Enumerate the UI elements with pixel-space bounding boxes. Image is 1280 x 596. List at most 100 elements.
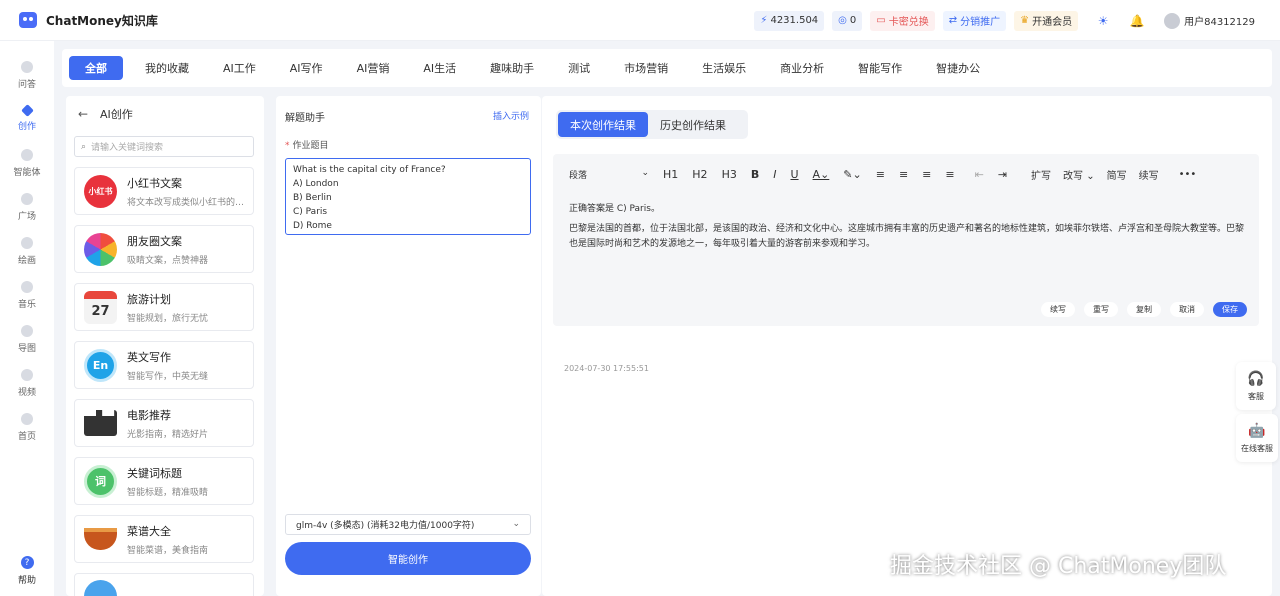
nav-item-home[interactable]: 首页 bbox=[0, 405, 54, 449]
model-select[interactable]: glm-4v (多模态) (消耗32电力值/1000字符) ⌄ bbox=[285, 514, 531, 535]
field-label: * 作业题目 bbox=[285, 141, 329, 151]
pot-icon bbox=[84, 528, 117, 550]
nav-item-video[interactable]: 视频 bbox=[0, 361, 54, 405]
nav-item-square[interactable]: 广场 bbox=[0, 185, 54, 229]
rewrite-button[interactable]: 改写 ⌄ bbox=[1063, 167, 1095, 182]
category-tab[interactable]: 生活娱乐 bbox=[690, 56, 758, 80]
panel-title: AI创作 bbox=[100, 108, 133, 121]
align-justify-icon[interactable]: ≡ bbox=[945, 168, 954, 181]
top-bar: ChatMoney知识库 ⚡ 4231.504 ◎ 0 ▭ 卡密兑换 ⇄ 分销推广 ♛ 开… bbox=[0, 0, 1280, 41]
card-redeem-button[interactable]: ▭ 卡密兑换 bbox=[870, 10, 935, 31]
nav-item-agent[interactable]: 智能体 bbox=[0, 141, 54, 185]
insert-example-link[interactable]: 插入示例 bbox=[493, 109, 529, 122]
rewrite-button[interactable]: 重写 bbox=[1084, 302, 1118, 317]
create-button[interactable]: 智能创作 bbox=[285, 542, 531, 575]
category-tab[interactable]: 市场营销 bbox=[612, 56, 680, 80]
category-tab[interactable]: 全部 bbox=[69, 56, 123, 80]
back-arrow-icon[interactable]: ← bbox=[78, 107, 92, 121]
form-title: 解题助手 bbox=[285, 113, 325, 124]
more-icon[interactable]: ••• bbox=[1179, 169, 1197, 180]
calendar-icon: 27 bbox=[84, 290, 117, 324]
highlight-icon[interactable]: ✎⌄ bbox=[843, 168, 861, 181]
nav-item-help[interactable]: ? 帮助 bbox=[0, 551, 54, 591]
italic-button[interactable]: I bbox=[773, 168, 776, 181]
h2-button[interactable]: H2 bbox=[692, 168, 707, 181]
save-button[interactable]: 保存 bbox=[1213, 302, 1247, 317]
nav-item-create[interactable]: 创作 bbox=[0, 97, 54, 141]
nav-item-draw[interactable]: 绘画 bbox=[0, 229, 54, 273]
service-button[interactable]: 🎧 客服 bbox=[1236, 362, 1276, 410]
nav-item-qa[interactable]: 问答 bbox=[0, 53, 54, 97]
expand-button[interactable]: 扩写 bbox=[1031, 167, 1051, 182]
search-input[interactable]: ⌕ 请输入关键词搜索 bbox=[74, 136, 254, 157]
tool-card[interactable] bbox=[74, 573, 254, 596]
chat-icon bbox=[21, 60, 33, 73]
tool-card[interactable]: 菜谱大全 智能菜谱，美食指南 bbox=[74, 515, 254, 563]
continue-write-button[interactable]: 续写 bbox=[1041, 302, 1075, 317]
category-tab[interactable]: 我的收藏 bbox=[133, 56, 201, 80]
font-color-icon[interactable]: A⌄ bbox=[813, 168, 830, 181]
indent-icon[interactable]: ⇥ bbox=[998, 168, 1007, 181]
question-textarea[interactable]: What is the capital city of France? A) L… bbox=[285, 158, 531, 235]
category-tab[interactable]: AI写作 bbox=[278, 56, 335, 80]
category-tab[interactable]: 智捷办公 bbox=[924, 56, 992, 80]
english-icon: En bbox=[84, 348, 117, 382]
category-tab[interactable]: 测试 bbox=[556, 56, 602, 80]
online-service-button[interactable]: 🤖 在线客服 bbox=[1236, 414, 1278, 462]
card-icon: ▭ bbox=[876, 15, 886, 26]
tab-history-result[interactable]: 历史创作结果 bbox=[648, 112, 738, 137]
bell-icon[interactable]: 🔔 bbox=[1129, 13, 1145, 29]
timestamp: 2024-07-30 17:55:51 bbox=[564, 364, 649, 373]
user-menu[interactable]: 用户84312129 bbox=[1164, 12, 1255, 29]
tool-card[interactable]: En 英文写作 智能写作，中英无缝 bbox=[74, 341, 254, 389]
align-left-icon[interactable]: ≡ bbox=[876, 168, 885, 181]
video-icon bbox=[21, 368, 33, 381]
tool-card[interactable]: 小红书 小红书文案 将文本改写成类似小红书的风格 bbox=[74, 167, 254, 215]
outdent-icon[interactable]: ⇤ bbox=[975, 168, 984, 181]
tool-card[interactable]: 朋友圈文案 吸睛文案，点赞神器 bbox=[74, 225, 254, 273]
nav-item-music[interactable]: 音乐 bbox=[0, 273, 54, 317]
bold-button[interactable]: B bbox=[751, 168, 759, 181]
left-nav: 问答 创作 智能体 广场 绘画 音乐 导图 视频 首页 ? 帮助 bbox=[0, 41, 54, 596]
tool-card[interactable]: 27 旅游计划 智能规划，旅行无忧 bbox=[74, 283, 254, 331]
result-text[interactable]: 正确答案是 C) Paris。 巴黎是法国的首都，位于法国北部，是该国的政治、经… bbox=[569, 202, 1249, 257]
xiaohongshu-icon: 小红书 bbox=[84, 174, 117, 208]
result-editor[interactable]: 段落 ⌄ H1 H2 H3 B I U A⌄ ✎⌄ ≡ ≡ ≡ ≡ ⇤ ⇥ 扩写 … bbox=[553, 154, 1259, 373]
keyword-icon: 词 bbox=[84, 464, 117, 498]
cancel-button[interactable]: 取消 bbox=[1170, 302, 1204, 317]
crown-icon: ♛ bbox=[1020, 15, 1030, 26]
align-right-icon[interactable]: ≡ bbox=[922, 168, 931, 181]
category-bar: 全部 我的收藏 AI工作 AI写作 AI营销 AI生活 趣味助手 测试 市场营销… bbox=[62, 49, 1272, 87]
tab-current-result[interactable]: 本次创作结果 bbox=[558, 112, 648, 137]
category-tab[interactable]: AI生活 bbox=[411, 56, 468, 80]
app-logo[interactable]: ChatMoney知识库 bbox=[19, 12, 158, 29]
h1-button[interactable]: H1 bbox=[663, 168, 678, 181]
category-tab[interactable]: AI营销 bbox=[345, 56, 402, 80]
mindmap-icon bbox=[21, 324, 33, 337]
palette-icon bbox=[21, 236, 33, 249]
paragraph-select[interactable]: 段落 ⌄ bbox=[569, 168, 649, 181]
power-balance[interactable]: ⚡ 4231.504 bbox=[754, 10, 825, 31]
category-tab[interactable]: 趣味助手 bbox=[478, 56, 546, 80]
h3-button[interactable]: H3 bbox=[722, 168, 737, 181]
continue-button[interactable]: 续写 bbox=[1139, 167, 1159, 182]
copy-button[interactable]: 复制 bbox=[1127, 302, 1161, 317]
category-tab[interactable]: 商业分析 bbox=[768, 56, 836, 80]
tool-card[interactable]: 词 关键词标题 智能标题，精准吸睛 bbox=[74, 457, 254, 505]
count-badge[interactable]: ◎ 0 bbox=[832, 10, 863, 31]
tool-card[interactable]: 电影推荐 光影指南，精选好片 bbox=[74, 399, 254, 447]
nav-item-mindmap[interactable]: 导图 bbox=[0, 317, 54, 361]
watermark: 掘金技术社区 @ ChatMoney团队 bbox=[890, 554, 1227, 579]
align-center-icon[interactable]: ≡ bbox=[899, 168, 908, 181]
form-panel: 解题助手 插入示例 * 作业题目 What is the capital city… bbox=[276, 96, 541, 596]
simplify-button[interactable]: 简写 bbox=[1107, 167, 1127, 182]
editor-toolbar: 段落 ⌄ H1 H2 H3 B I U A⌄ ✎⌄ ≡ ≡ ≡ ≡ ⇤ ⇥ 扩写 … bbox=[553, 163, 1259, 185]
result-actions: 续写 重写 复制 取消 保存 bbox=[1032, 302, 1247, 317]
robot-icon bbox=[21, 148, 33, 161]
category-tab[interactable]: 智能写作 bbox=[846, 56, 914, 80]
vip-button[interactable]: ♛ 开通会员 bbox=[1014, 10, 1079, 31]
category-tab[interactable]: AI工作 bbox=[211, 56, 268, 80]
affiliate-button[interactable]: ⇄ 分销推广 bbox=[942, 10, 1007, 31]
sun-icon[interactable]: ☀ bbox=[1095, 13, 1111, 29]
underline-button[interactable]: U bbox=[790, 168, 798, 181]
